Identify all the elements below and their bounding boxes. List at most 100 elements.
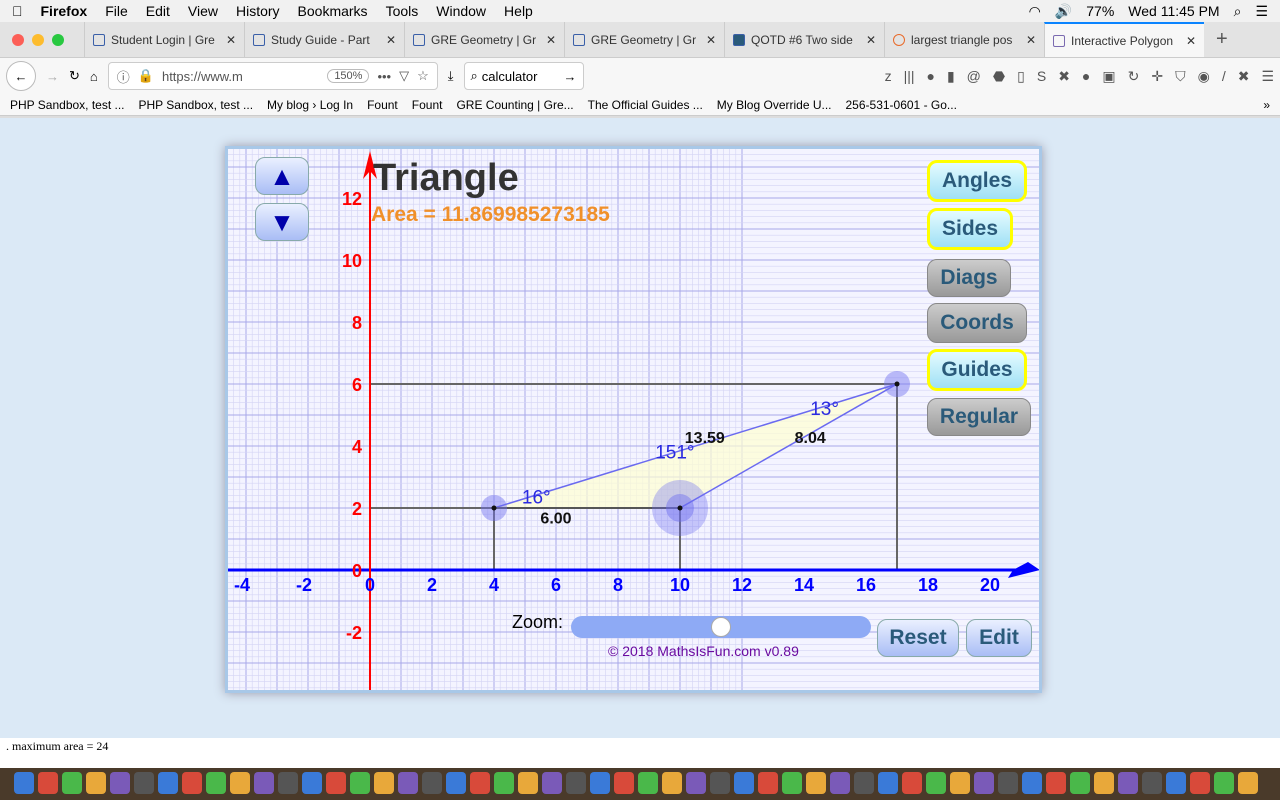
dock-app-icon[interactable]	[494, 772, 514, 794]
dock-app-icon[interactable]	[1238, 772, 1258, 794]
hamburger-menu-icon[interactable]: ☰	[1261, 68, 1274, 85]
home-button[interactable]: ⌂	[90, 69, 98, 84]
back-button[interactable]: ←	[6, 61, 36, 91]
extension-icon[interactable]: ●	[926, 68, 934, 85]
close-tab-icon[interactable]: ✕	[546, 33, 556, 47]
library-icon[interactable]: |||	[904, 68, 915, 85]
new-tab-button[interactable]: +	[1204, 22, 1240, 57]
coordinate-plane[interactable]: -4 -2 0 2 4 6 8 10 12 14 16 18 20-202468101216°151°1…	[228, 149, 1039, 690]
extension-icon[interactable]: S	[1037, 68, 1046, 85]
menu-help[interactable]: Help	[504, 3, 533, 19]
guides-toggle[interactable]: Guides	[927, 349, 1027, 391]
extension-icon[interactable]: ●	[1082, 68, 1090, 85]
search-field[interactable]: ⌕ calculator →	[463, 62, 584, 90]
menu-view[interactable]: View	[188, 3, 218, 19]
diags-toggle[interactable]: Diags	[927, 259, 1011, 297]
zoom-indicator[interactable]: 150%	[327, 69, 370, 83]
close-window-button[interactable]	[12, 33, 24, 46]
dock-app-icon[interactable]	[950, 772, 970, 794]
dock-app-icon[interactable]	[158, 772, 178, 794]
sides-toggle[interactable]: Sides	[927, 208, 1013, 250]
dock-app-icon[interactable]	[446, 772, 466, 794]
edit-button[interactable]: Edit	[966, 619, 1032, 657]
dock-app-icon[interactable]	[974, 772, 994, 794]
dock-app-icon[interactable]	[1118, 772, 1138, 794]
dock-app-icon[interactable]	[806, 772, 826, 794]
close-tab-icon[interactable]: ✕	[1026, 33, 1036, 47]
minimize-window-button[interactable]	[32, 33, 44, 46]
tab[interactable]: QOTD #6 Two side ✕	[724, 22, 884, 57]
bookmark[interactable]: 256-531-0601 - Go...	[846, 98, 957, 112]
extension-icon[interactable]: z	[885, 68, 892, 85]
dock-app-icon[interactable]	[1046, 772, 1066, 794]
tab[interactable]: largest triangle pos ✕	[884, 22, 1044, 57]
more-icon[interactable]: •••	[377, 69, 391, 84]
forward-button[interactable]: →	[46, 69, 59, 84]
dock-app-icon[interactable]	[374, 772, 394, 794]
dock-app-icon[interactable]	[854, 772, 874, 794]
apple-icon[interactable]: 	[12, 3, 23, 19]
dock-app-icon[interactable]	[638, 772, 658, 794]
star-icon[interactable]: ☆	[417, 68, 429, 84]
bookmark[interactable]: Fount	[412, 98, 443, 112]
menu-history[interactable]: History	[236, 3, 280, 19]
list-icon[interactable]: ☰	[1255, 3, 1268, 20]
battery-status[interactable]: 77%	[1086, 3, 1114, 20]
extension-icon[interactable]: ✖	[1238, 68, 1250, 85]
dock-app-icon[interactable]	[926, 772, 946, 794]
tab[interactable]: GRE Geometry | Gr ✕	[564, 22, 724, 57]
dock-app-icon[interactable]	[1214, 772, 1234, 794]
dock-app-icon[interactable]	[14, 772, 34, 794]
dock-app-icon[interactable]	[398, 772, 418, 794]
bookmark[interactable]: My Blog Override U...	[717, 98, 832, 112]
dock-app-icon[interactable]	[86, 772, 106, 794]
dock-app-icon[interactable]	[782, 772, 802, 794]
menu-window[interactable]: Window	[436, 3, 486, 19]
reload-button[interactable]: ↻	[69, 68, 80, 84]
menu-file[interactable]: File	[105, 3, 128, 19]
dock-app-icon[interactable]	[134, 772, 154, 794]
close-tab-icon[interactable]: ✕	[866, 33, 876, 47]
dock-app-icon[interactable]	[110, 772, 130, 794]
spotlight-icon[interactable]: ⌕	[1234, 3, 1242, 20]
extension-icon[interactable]: /	[1222, 68, 1226, 85]
dock-app-icon[interactable]	[518, 772, 538, 794]
extension-icon[interactable]: ◉	[1198, 68, 1210, 85]
extension-icon[interactable]: ▮	[947, 68, 955, 85]
dock-app-icon[interactable]	[278, 772, 298, 794]
bookmark[interactable]: GRE Counting | Gre...	[456, 98, 573, 112]
dock-app-icon[interactable]	[1166, 772, 1186, 794]
close-tab-icon[interactable]: ✕	[1186, 34, 1196, 48]
coords-toggle[interactable]: Coords	[927, 303, 1027, 343]
dock-app-icon[interactable]	[254, 772, 274, 794]
go-arrow-icon[interactable]: →	[564, 69, 577, 84]
dock-app-icon[interactable]	[902, 772, 922, 794]
close-tab-icon[interactable]: ✕	[386, 33, 396, 47]
bookmark[interactable]: PHP Sandbox, test ...	[139, 98, 254, 112]
dock-app-icon[interactable]	[878, 772, 898, 794]
dock-app-icon[interactable]	[662, 772, 682, 794]
image-icon[interactable]: ▣	[1102, 68, 1115, 85]
dock-app-icon[interactable]	[686, 772, 706, 794]
dock-app-icon[interactable]	[1094, 772, 1114, 794]
move-down-button[interactable]: ▼	[255, 203, 309, 241]
dock-app-icon[interactable]	[62, 772, 82, 794]
dock-app-icon[interactable]	[422, 772, 442, 794]
sync-icon[interactable]: ↻	[1128, 68, 1140, 85]
dock-app-icon[interactable]	[542, 772, 562, 794]
bookmark[interactable]: PHP Sandbox, test ...	[10, 98, 125, 112]
move-up-button[interactable]: ▲	[255, 157, 309, 195]
info-icon[interactable]: ⓘ	[117, 67, 130, 86]
tab-active[interactable]: Interactive Polygon ✕	[1044, 22, 1204, 57]
adblock-icon[interactable]: ⬣	[993, 68, 1005, 85]
zoom-slider[interactable]	[571, 616, 871, 638]
maximize-window-button[interactable]	[52, 33, 64, 46]
url-bar[interactable]: ⓘ 🔒 https://www.m 150% ••• ▽ ☆	[107, 62, 438, 90]
reader-icon[interactable]: ▯	[1017, 68, 1025, 85]
dock-app-icon[interactable]	[1190, 772, 1210, 794]
tab[interactable]: Student Login | Gre ✕	[84, 22, 244, 57]
dock-app-icon[interactable]	[1070, 772, 1090, 794]
angles-toggle[interactable]: Angles	[927, 160, 1027, 202]
extension-icon[interactable]: ✛	[1151, 68, 1163, 85]
dock-app-icon[interactable]	[590, 772, 610, 794]
